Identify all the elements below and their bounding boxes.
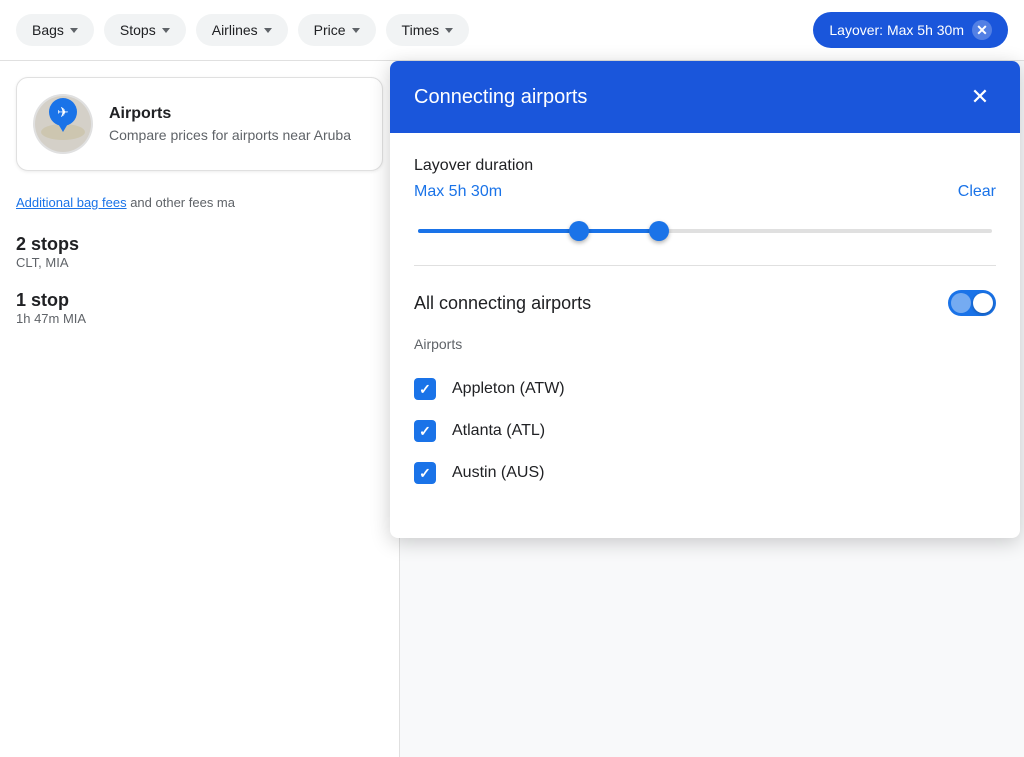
layover-pill-close-icon[interactable]: ✕ — [972, 20, 992, 40]
stops-label: Stops — [120, 22, 156, 38]
fees-rest: and other fees ma — [127, 195, 235, 210]
stops-filter[interactable]: Stops — [104, 14, 186, 46]
stop-count-2: 1 stop — [16, 290, 383, 311]
stops-chevron-icon — [162, 28, 170, 33]
atw-check-icon: ✓ — [419, 381, 431, 398]
price-filter[interactable]: Price — [298, 14, 376, 46]
stop-count-1: 2 stops — [16, 234, 383, 255]
layover-slider[interactable] — [418, 221, 992, 241]
slider-fill — [418, 229, 659, 233]
flight-entry-2: 1 stop 1h 47m MIA — [16, 290, 383, 326]
airports-section-label: Airports — [414, 336, 996, 352]
airlines-filter[interactable]: Airlines — [196, 14, 288, 46]
toggle-highlight — [951, 293, 971, 313]
connecting-toggle-row: All connecting airports — [414, 290, 996, 316]
slider-left-thumb[interactable] — [569, 221, 589, 241]
bags-label: Bags — [32, 22, 64, 38]
connecting-airports-section: All connecting airports Airports ✓ Apple… — [414, 290, 996, 494]
layover-value: Max 5h 30m — [414, 183, 502, 201]
atl-checkbox[interactable]: ✓ — [414, 420, 436, 442]
bags-filter[interactable]: Bags — [16, 14, 94, 46]
modal-close-icon: ✕ — [971, 84, 989, 110]
all-connecting-toggle[interactable] — [948, 290, 996, 316]
airport-card: ✈ Airports Compare prices for airports n… — [16, 77, 383, 171]
fees-text: Additional bag fees and other fees ma — [16, 195, 383, 210]
price-label: Price — [314, 22, 346, 38]
times-filter[interactable]: Times — [386, 14, 470, 46]
airport-item-aus[interactable]: ✓ Austin (AUS) — [414, 452, 996, 494]
airport-item-atw[interactable]: ✓ Appleton (ATW) — [414, 368, 996, 410]
atw-airport-name: Appleton (ATW) — [452, 380, 565, 398]
bags-chevron-icon — [70, 28, 78, 33]
clear-button[interactable]: Clear — [958, 183, 996, 201]
bag-fees-link[interactable]: Additional bag fees — [16, 195, 127, 210]
airport-icon: ✈ — [33, 94, 93, 154]
layover-value-row: Max 5h 30m Clear — [414, 183, 996, 201]
stop-duration-2: 1h 47m MIA — [16, 311, 383, 326]
filter-bar: Bags Stops Airlines Price Times Layover:… — [0, 0, 1024, 61]
aus-checkbox[interactable]: ✓ — [414, 462, 436, 484]
layover-pill-label: Layover: Max 5h 30m — [829, 22, 964, 38]
atl-check-icon: ✓ — [419, 423, 431, 440]
layover-filter-pill[interactable]: Layover: Max 5h 30m ✕ — [813, 12, 1008, 48]
atl-airport-name: Atlanta (ATL) — [452, 422, 545, 440]
modal-close-button[interactable]: ✕ — [964, 81, 996, 113]
toggle-knob — [973, 293, 993, 313]
modal-title: Connecting airports — [414, 86, 587, 109]
left-panel: ✈ Airports Compare prices for airports n… — [0, 61, 400, 757]
slider-right-thumb[interactable] — [649, 221, 669, 241]
map-pin-icon: ✈ — [49, 98, 77, 132]
times-chevron-icon — [445, 28, 453, 33]
layover-section: Layover duration Max 5h 30m Clear — [414, 157, 996, 266]
layover-duration-label: Layover duration — [414, 157, 996, 175]
main-content: ✈ Airports Compare prices for airports n… — [0, 61, 1024, 757]
flight-entry-1: 2 stops CLT, MIA — [16, 234, 383, 270]
airport-item-atl[interactable]: ✓ Atlanta (ATL) — [414, 410, 996, 452]
all-connecting-label: All connecting airports — [414, 293, 591, 314]
stop-airports-1: CLT, MIA — [16, 255, 383, 270]
connecting-airports-modal: Connecting airports ✕ Layover duration M… — [390, 61, 1020, 538]
svg-text:✈: ✈ — [57, 104, 69, 120]
price-chevron-icon — [352, 28, 360, 33]
aus-airport-name: Austin (AUS) — [452, 464, 544, 482]
times-label: Times — [402, 22, 440, 38]
atw-checkbox[interactable]: ✓ — [414, 378, 436, 400]
airlines-chevron-icon — [264, 28, 272, 33]
aus-check-icon: ✓ — [419, 465, 431, 482]
modal-header: Connecting airports ✕ — [390, 61, 1020, 133]
modal-body: Layover duration Max 5h 30m Clear All co… — [390, 133, 1020, 538]
airport-card-description: Compare prices for airports near Aruba — [109, 127, 351, 143]
airport-info: Airports Compare prices for airports nea… — [109, 105, 351, 143]
airport-card-title: Airports — [109, 105, 351, 123]
airlines-label: Airlines — [212, 22, 258, 38]
